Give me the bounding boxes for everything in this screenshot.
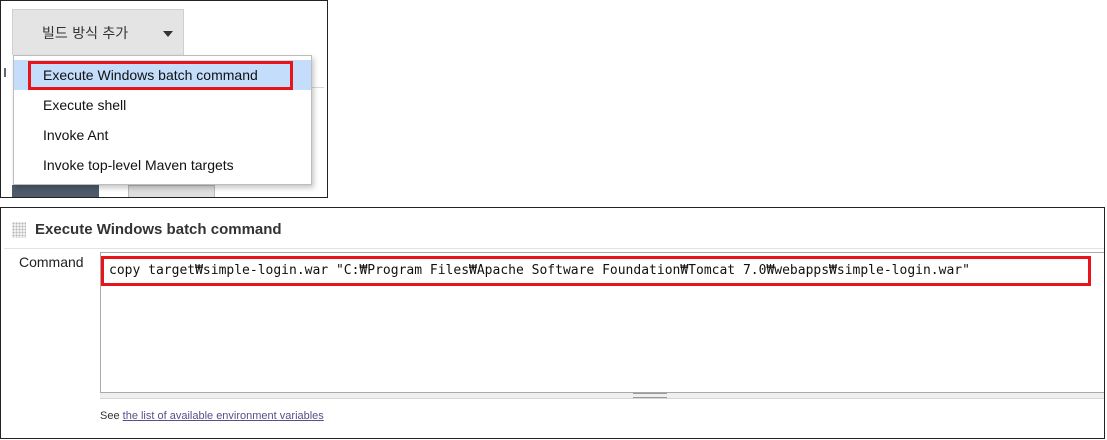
- command-text: copy target₩simple-login.war "C:₩Program…: [109, 263, 970, 278]
- add-build-step-label: 빌드 방식 추가: [42, 26, 129, 42]
- textarea-resize-handle[interactable]: [100, 393, 1104, 399]
- environment-variables-link[interactable]: the list of available environment variab…: [123, 410, 324, 422]
- menu-item-label: Execute shell: [43, 97, 127, 113]
- background-fragment: [4, 68, 6, 77]
- build-step-menu: Execute Windows batch command Execute sh…: [13, 55, 312, 185]
- help-prefix: See: [100, 410, 123, 422]
- drag-handle-icon[interactable]: [12, 222, 26, 238]
- menu-item-label: Invoke Ant: [43, 127, 109, 143]
- section-title: Execute Windows batch command: [35, 221, 282, 238]
- menu-item-execute-windows-batch-command[interactable]: Execute Windows batch command: [14, 60, 311, 90]
- menu-item-label: Execute Windows batch command: [43, 67, 258, 83]
- build-step-dropdown-panel: 빌드 방식 추가 Execute Windows batch command E…: [0, 0, 328, 198]
- environment-variables-help: See the list of available environment va…: [100, 410, 324, 422]
- resize-handle-icon: [633, 393, 667, 398]
- batch-command-section: Execute Windows batch command Command co…: [0, 207, 1105, 439]
- background-button-fragment: [128, 185, 215, 197]
- menu-item-invoke-maven-targets[interactable]: Invoke top-level Maven targets: [14, 150, 311, 180]
- menu-item-invoke-ant[interactable]: Invoke Ant: [14, 120, 311, 150]
- section-divider: [4, 248, 1104, 249]
- add-build-step-button[interactable]: 빌드 방식 추가: [12, 9, 184, 55]
- caret-down-icon: [163, 31, 173, 37]
- command-label: Command: [19, 254, 84, 270]
- menu-item-label: Invoke top-level Maven targets: [43, 157, 234, 173]
- menu-item-execute-shell[interactable]: Execute shell: [14, 90, 311, 120]
- background-button-fragment: [12, 185, 99, 197]
